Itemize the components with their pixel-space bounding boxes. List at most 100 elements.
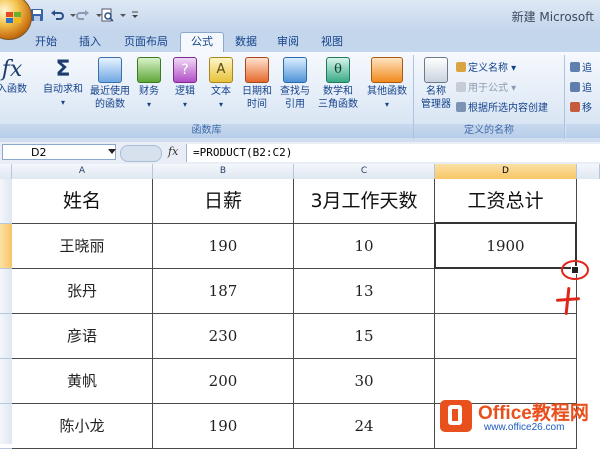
undo-icon[interactable] <box>50 8 64 22</box>
chevron-down-icon[interactable] <box>108 149 116 154</box>
column-header-d[interactable]: D <box>435 164 577 179</box>
cell-d2[interactable]: 1900 <box>435 224 577 269</box>
cell-b6[interactable]: 190 <box>153 404 294 449</box>
insert-function-label: 入函数 <box>0 84 27 95</box>
chevron-down-icon: ▾ <box>182 100 187 109</box>
cell-c4[interactable]: 15 <box>294 314 435 359</box>
chevron-down-icon: ▾ <box>218 100 223 109</box>
row-header-2[interactable] <box>0 224 12 269</box>
recent-functions-button[interactable]: 最近使用 的函数 <box>88 57 132 111</box>
customize-qat-icon[interactable] <box>128 8 142 22</box>
formula-auditing-group: 追 追 移 <box>566 55 600 139</box>
more-functions-button[interactable]: 其他函数 ▾ <box>364 57 410 111</box>
tag-icon <box>456 62 466 72</box>
use-in-formula-button[interactable]: 用于公式 ▾ <box>456 79 516 94</box>
tab-data[interactable]: 数据 <box>228 33 264 51</box>
define-name-button[interactable]: 定义名称 ▾ <box>456 59 516 74</box>
remove-arrows-button[interactable]: 移 <box>570 99 592 114</box>
name-manager-label-2: 管理器 <box>421 99 451 110</box>
row-header-1[interactable] <box>0 179 12 224</box>
title-bar: 新建 Microsoft <box>0 0 600 40</box>
remove-arrows-icon <box>570 102 580 112</box>
trace-icon <box>570 82 580 92</box>
cell-d3[interactable] <box>435 269 577 314</box>
formula-input[interactable]: =PRODUCT(B2:C2) <box>186 144 600 162</box>
tab-review[interactable]: 审阅 <box>270 33 306 51</box>
fx-icon: fx <box>1 57 23 82</box>
cell-d4[interactable] <box>435 314 577 359</box>
chevron-down-icon: ▾ <box>384 100 389 109</box>
insert-function-button[interactable]: fx 入函数 <box>0 57 34 96</box>
column-header-c[interactable]: C <box>294 164 435 179</box>
cell-b1[interactable]: 日薪 <box>153 179 294 224</box>
name-manager-button[interactable]: 名称 管理器 <box>418 57 454 111</box>
formula-bar-expand-handle[interactable] <box>120 145 162 162</box>
cell-c3[interactable]: 13 <box>294 269 435 314</box>
watermark: Office教程网 www.office26.com <box>434 396 600 444</box>
trace-dependents-button[interactable]: 追 <box>570 79 592 94</box>
tab-home[interactable]: 开始 <box>26 33 66 51</box>
recent-label-1: 最近使用 <box>90 86 130 97</box>
cell-a6[interactable]: 陈小龙 <box>12 404 153 449</box>
create-from-selection-button[interactable]: 根据所选内容创建 <box>456 99 548 114</box>
cell-b5[interactable]: 200 <box>153 359 294 404</box>
cell-b4[interactable]: 230 <box>153 314 294 359</box>
math-label-1: 数学和 <box>323 86 353 97</box>
print-preview-icon[interactable] <box>100 8 114 22</box>
logical-book-icon: ? <box>173 57 197 83</box>
row-header-6[interactable] <box>0 404 12 449</box>
cell-c5[interactable]: 30 <box>294 359 435 404</box>
redo-icon[interactable] <box>76 8 90 22</box>
table-icon <box>456 102 466 112</box>
logical-label: 逻辑 <box>175 86 195 97</box>
column-header-a[interactable]: A <box>12 164 153 179</box>
cell-a5[interactable]: 黄帆 <box>12 359 153 404</box>
tab-page-layout[interactable]: 页面布局 <box>116 33 176 51</box>
cell-a1[interactable]: 姓名 <box>12 179 153 224</box>
datetime-label-2: 时间 <box>247 99 267 110</box>
financial-button[interactable]: 财务 ▾ <box>134 57 164 111</box>
math-trig-button[interactable]: θ 数学和 三角函数 <box>312 57 364 111</box>
datetime-button[interactable]: 日期和 时间 <box>238 57 276 111</box>
office-logo-icon <box>6 12 21 23</box>
tab-insert[interactable]: 插入 <box>70 33 110 51</box>
name-manager-label-1: 名称 <box>426 86 446 97</box>
cell-b3[interactable]: 187 <box>153 269 294 314</box>
fill-handle[interactable] <box>571 266 579 274</box>
cell-a4[interactable]: 彦语 <box>12 314 153 359</box>
text-book-icon: A <box>209 57 233 83</box>
tab-formulas[interactable]: 公式 <box>180 32 224 53</box>
text-button[interactable]: A 文本 ▾ <box>206 57 236 111</box>
office-logo-icon <box>440 400 472 432</box>
theta-book-icon: θ <box>326 57 350 83</box>
trace-precedents-button[interactable]: 追 <box>570 59 592 74</box>
cell-c6[interactable]: 24 <box>294 404 435 449</box>
math-label-2: 三角函数 <box>318 99 358 110</box>
name-box[interactable]: D2 <box>2 144 116 160</box>
trace-icon <box>570 62 580 72</box>
books-icon <box>371 57 403 83</box>
select-all-corner[interactable] <box>0 164 12 179</box>
cell-c1[interactable]: 3月工作天数 <box>294 179 435 224</box>
row-header-3[interactable] <box>0 269 12 314</box>
insert-function-fx-button[interactable]: fx <box>168 145 178 158</box>
tab-view[interactable]: 视图 <box>314 33 350 51</box>
cell-a2[interactable]: 王晓丽 <box>12 224 153 269</box>
cell-b2[interactable]: 190 <box>153 224 294 269</box>
name-manager-icon <box>424 57 448 83</box>
row-header-5[interactable] <box>0 359 12 404</box>
lookup-button[interactable]: 查找与 引用 <box>276 57 314 111</box>
cell-d1[interactable]: 工资总计 <box>435 179 577 224</box>
column-header-e[interactable] <box>577 164 600 179</box>
logical-button[interactable]: ? 逻辑 ▾ <box>170 57 200 111</box>
star-book-icon <box>98 57 122 83</box>
row-header-4[interactable] <box>0 314 12 359</box>
cell-a3[interactable]: 张丹 <box>12 269 153 314</box>
watermark-url: www.office26.com <box>484 422 565 433</box>
autosum-button[interactable]: Σ 自动求和 ▾ <box>40 57 86 109</box>
chevron-down-icon: ▾ <box>146 100 151 109</box>
cell-c2[interactable]: 10 <box>294 224 435 269</box>
column-headers: A B C D <box>0 164 600 180</box>
save-icon[interactable] <box>30 8 44 22</box>
column-header-b[interactable]: B <box>153 164 294 179</box>
